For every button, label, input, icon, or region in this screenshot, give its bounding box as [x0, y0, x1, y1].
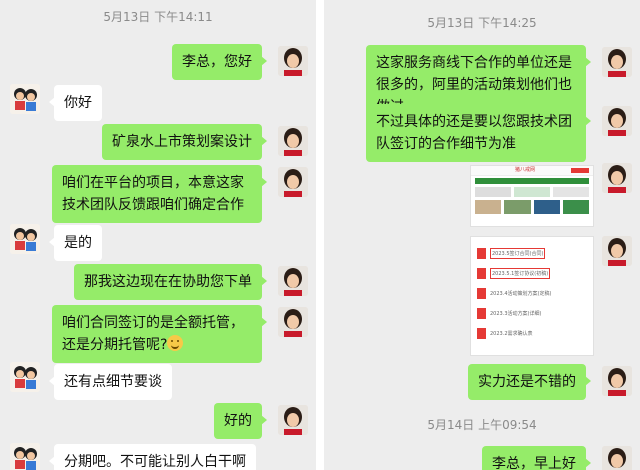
website-header: 猪八戒网: [471, 166, 593, 176]
file-list-screenshot-image[interactable]: 2023.5签订合同(合同) 2023.5.1签订协议(初稿) 2023.4活动…: [470, 236, 594, 356]
pdf-file-icon: [477, 327, 486, 339]
thumb: [514, 187, 550, 197]
pdf-file-icon: [477, 307, 486, 319]
user-avatar-icon[interactable]: [602, 163, 632, 193]
file-name: 2023.4活动策划方案(定稿): [490, 290, 552, 297]
file-row: 2023.4活动策划方案(定稿): [477, 283, 587, 303]
file-name: 2023.3活动方案(详细): [490, 310, 542, 317]
thumb: [553, 187, 589, 197]
product-row: [475, 200, 589, 214]
timestamp: 5月13日 下午14:11: [103, 10, 213, 24]
pdf-file-icon: [477, 247, 486, 259]
timestamp: 5月13日 下午14:25: [427, 16, 537, 30]
pdf-file-icon: [477, 287, 486, 299]
chat-bubble-me[interactable]: 不过具体的还是要以您跟技术团队签订的合作细节为准: [366, 104, 591, 162]
chat-bubble-them[interactable]: 你好: [49, 85, 102, 121]
chat-bubble-them[interactable]: 还有点细节要谈: [49, 364, 172, 400]
chat-bubble-them[interactable]: 分期吧。不可能让别人白干啊: [49, 444, 256, 470]
chat-bubble-me[interactable]: 李总，早上好: [482, 446, 591, 470]
contact-avatar-icon[interactable]: [10, 224, 40, 254]
website-screenshot-image[interactable]: 猪八戒网: [470, 165, 594, 227]
user-avatar-icon[interactable]: [602, 106, 632, 136]
file-name: 2023.5.1签订协议(初稿): [490, 267, 551, 279]
file-name: 2023.2需求确认表: [490, 330, 533, 337]
file-row: 2023.3活动方案(详细): [477, 303, 587, 323]
smile-emoji-icon: [167, 335, 184, 351]
user-avatar-icon[interactable]: [278, 46, 308, 76]
product-thumb: [475, 200, 502, 214]
contact-avatar-icon[interactable]: [10, 84, 40, 114]
chat-bubble-me[interactable]: 咱们在平台的项目，本意这家技术团队反馈跟咱们确定合作: [52, 165, 267, 223]
file-row: 2023.5.1签订协议(初稿): [477, 263, 587, 283]
file-row: 2023.2需求确认表: [477, 323, 587, 343]
pdf-file-icon: [477, 267, 486, 279]
user-avatar-icon[interactable]: [278, 266, 308, 296]
timestamp: 5月14日 上午09:54: [427, 418, 537, 432]
thumb: [475, 187, 511, 197]
product-thumb: [533, 200, 560, 214]
user-avatar-icon[interactable]: [602, 47, 632, 77]
user-avatar-icon[interactable]: [278, 307, 308, 337]
user-avatar-icon[interactable]: [602, 446, 632, 470]
chat-bubble-me[interactable]: 李总，您好: [172, 44, 267, 80]
user-avatar-icon[interactable]: [602, 236, 632, 266]
file-row: 2023.5签订合同(合同): [477, 243, 587, 263]
user-avatar-icon[interactable]: [278, 167, 308, 197]
product-thumb: [504, 200, 531, 214]
product-thumb: [562, 200, 589, 214]
message-text: 咱们合同签订的是全额托管，还是分期托管呢?: [62, 315, 244, 353]
chat-bubble-me[interactable]: 实力还是不错的: [468, 364, 591, 400]
chat-bubble-me[interactable]: 好的: [214, 403, 267, 439]
chat-bubble-me[interactable]: 那我这边现在在协助您下单: [74, 264, 267, 300]
file-name: 2023.5签订合同(合同): [490, 247, 546, 259]
user-avatar-icon[interactable]: [602, 366, 632, 396]
nav-bar: [475, 178, 589, 184]
banner-button: [571, 168, 589, 173]
panel-divider: [316, 0, 324, 470]
chat-bubble-me[interactable]: 咱们合同签订的是全额托管，还是分期托管呢?: [52, 305, 267, 363]
chat-bubble-them[interactable]: 是的: [49, 225, 102, 261]
user-avatar-icon[interactable]: [278, 126, 308, 156]
user-avatar-icon[interactable]: [278, 405, 308, 435]
file-list: 2023.5签订合同(合同) 2023.5.1签订协议(初稿) 2023.4活动…: [471, 237, 593, 343]
chat-bubble-me[interactable]: 矿泉水上市策划案设计: [102, 124, 267, 160]
contact-avatar-icon[interactable]: [10, 443, 40, 470]
chat-panel-left: 5月13日 下午14:11 李总，您好 你好 矿泉水上市策划案设计 咱们在平台的…: [0, 0, 316, 470]
chat-panel-right: 5月13日 下午14:25 这家服务商线下合作的单位还是很多的，阿里的活动策划他…: [324, 0, 640, 470]
thumb-row: [475, 187, 589, 197]
website-logo-text: 猪八戒网: [515, 167, 536, 173]
contact-avatar-icon[interactable]: [10, 362, 40, 392]
